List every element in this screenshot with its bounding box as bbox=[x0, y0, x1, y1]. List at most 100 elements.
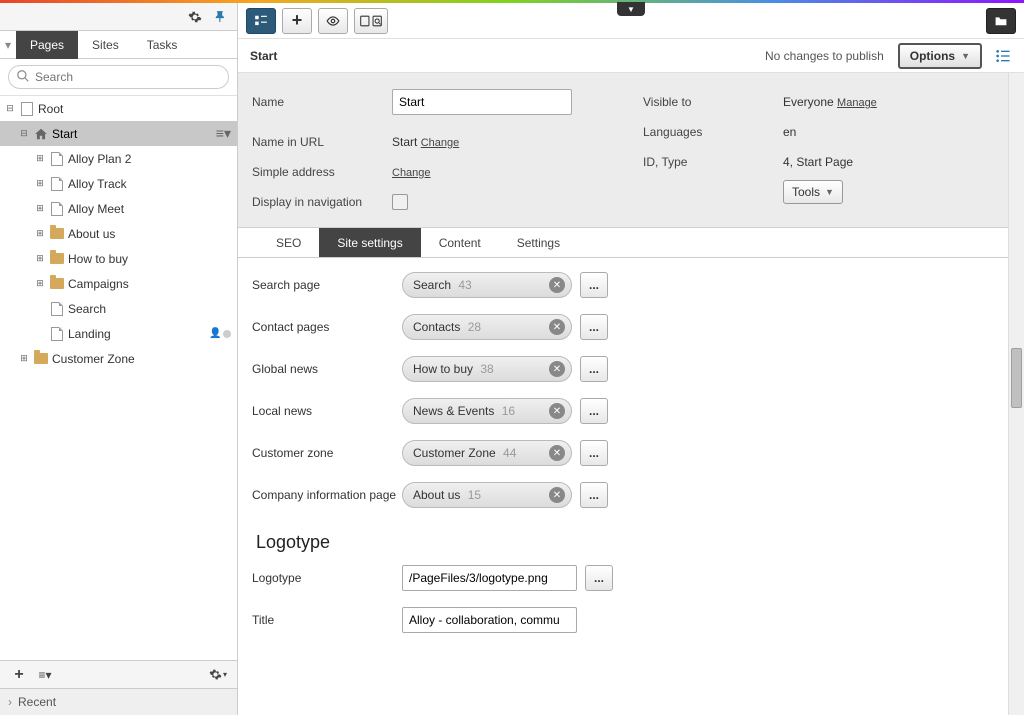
browse-button[interactable]: ... bbox=[580, 482, 608, 508]
list-menu-button[interactable]: ≡▾ bbox=[32, 664, 58, 686]
tree-item[interactable]: ⊞ Alloy Meet bbox=[0, 196, 237, 221]
tab-tasks[interactable]: Tasks bbox=[133, 31, 192, 59]
tree-toggle-button[interactable] bbox=[246, 8, 276, 34]
sidebar: ▾ Pages Sites Tasks ⊟ Root ⊟ bbox=[0, 3, 238, 715]
chevron-right-icon: › bbox=[8, 695, 12, 709]
folder-icon bbox=[50, 253, 64, 264]
tab-content[interactable]: Content bbox=[421, 228, 499, 257]
company-info-label: Company information page bbox=[252, 482, 402, 502]
name-label: Name bbox=[252, 95, 392, 109]
close-icon[interactable]: ✕ bbox=[549, 319, 565, 335]
tree-item[interactable]: Landing 👤 bbox=[0, 321, 237, 346]
page-icon bbox=[51, 327, 63, 341]
close-icon[interactable]: ✕ bbox=[549, 277, 565, 293]
main-header: ▼ + bbox=[238, 3, 1024, 39]
preview-button[interactable] bbox=[318, 8, 348, 34]
simple-address-label: Simple address bbox=[252, 165, 392, 179]
local-news-ref[interactable]: News & Events 16 ✕ bbox=[402, 398, 572, 424]
contact-pages-label: Contact pages bbox=[252, 314, 402, 334]
tree-customer-zone[interactable]: ⊞ Customer Zone bbox=[0, 346, 237, 371]
display-nav-checkbox[interactable] bbox=[392, 194, 408, 210]
customer-zone-label: Customer zone bbox=[252, 440, 402, 460]
global-news-label: Global news bbox=[252, 356, 402, 376]
display-nav-label: Display in navigation bbox=[252, 195, 392, 209]
browse-button[interactable]: ... bbox=[580, 314, 608, 340]
tree-item[interactable]: ⊞ Campaigns bbox=[0, 271, 237, 296]
home-icon bbox=[33, 126, 49, 142]
title-input[interactable] bbox=[402, 607, 577, 633]
browse-button[interactable]: ... bbox=[580, 440, 608, 466]
logotype-label: Logotype bbox=[252, 565, 402, 585]
tree-item[interactable]: ⊞ Alloy Plan 2 bbox=[0, 146, 237, 171]
logotype-heading: Logotype bbox=[256, 532, 1024, 553]
options-button[interactable]: Options▼ bbox=[898, 43, 982, 69]
company-info-ref[interactable]: About us 15 ✕ bbox=[402, 482, 572, 508]
page-icon bbox=[51, 177, 63, 191]
tab-seo[interactable]: SEO bbox=[258, 228, 319, 257]
gear-icon[interactable] bbox=[185, 7, 205, 27]
tree-item[interactable]: ⊞ How to buy bbox=[0, 246, 237, 271]
tree-item[interactable]: ⊞ Alloy Track bbox=[0, 171, 237, 196]
folder-icon bbox=[50, 228, 64, 239]
tools-button[interactable]: Tools▼ bbox=[783, 180, 843, 204]
tree-item[interactable]: Search bbox=[0, 296, 237, 321]
assets-button[interactable] bbox=[986, 8, 1016, 34]
close-icon[interactable]: ✕ bbox=[549, 361, 565, 377]
local-news-label: Local news bbox=[252, 398, 402, 418]
global-news-ref[interactable]: How to buy 38 ✕ bbox=[402, 356, 572, 382]
id-type-label: ID, Type bbox=[643, 155, 783, 169]
visible-to-label: Visible to bbox=[643, 95, 783, 109]
scrollbar[interactable] bbox=[1008, 73, 1024, 715]
page-icon bbox=[51, 152, 63, 166]
compare-button[interactable] bbox=[354, 8, 388, 34]
chevron-down-icon[interactable]: ▾ bbox=[0, 38, 16, 52]
sidebar-tabs: ▾ Pages Sites Tasks bbox=[0, 31, 237, 59]
tab-pages[interactable]: Pages bbox=[16, 31, 78, 59]
contact-pages-ref[interactable]: Contacts 28 ✕ bbox=[402, 314, 572, 340]
title-label: Title bbox=[252, 607, 402, 627]
search-input[interactable] bbox=[8, 65, 229, 89]
tree-root[interactable]: ⊟ Root bbox=[0, 96, 237, 121]
tree-start[interactable]: ⊟ Start ≡▾ bbox=[0, 121, 237, 146]
name-input[interactable] bbox=[392, 89, 572, 115]
change-link[interactable]: Change bbox=[421, 137, 460, 149]
browse-button[interactable]: ... bbox=[580, 356, 608, 382]
scroll-thumb[interactable] bbox=[1011, 348, 1022, 408]
browse-button[interactable]: ... bbox=[580, 398, 608, 424]
page-tree: ⊟ Root ⊟ Start ≡▾ ⊞ Alloy Plan 2 ⊞ All bbox=[0, 96, 237, 660]
pin-icon[interactable] bbox=[211, 7, 231, 27]
close-icon[interactable]: ✕ bbox=[549, 487, 565, 503]
tab-settings[interactable]: Settings bbox=[499, 228, 578, 257]
browse-button[interactable]: ... bbox=[585, 565, 613, 591]
list-view-icon[interactable] bbox=[994, 48, 1012, 64]
folder-icon bbox=[50, 278, 64, 289]
page-title-bar: Start No changes to publish Options▼ bbox=[238, 39, 1024, 73]
tree-item[interactable]: ⊞ About us bbox=[0, 221, 237, 246]
change-link[interactable]: Change bbox=[392, 167, 431, 179]
recent-panel[interactable]: › Recent bbox=[0, 689, 237, 715]
dropdown-tab[interactable]: ▼ bbox=[617, 2, 645, 16]
logotype-input[interactable] bbox=[402, 565, 577, 591]
tab-site-settings[interactable]: Site settings bbox=[319, 228, 420, 257]
manage-link[interactable]: Manage bbox=[837, 97, 877, 109]
add-button[interactable]: + bbox=[6, 664, 32, 686]
publish-status: No changes to publish bbox=[765, 49, 884, 63]
search-page-ref[interactable]: Search 43 ✕ bbox=[402, 272, 572, 298]
tab-sites[interactable]: Sites bbox=[78, 31, 133, 59]
status-dot bbox=[223, 330, 231, 338]
browse-button[interactable]: ... bbox=[580, 272, 608, 298]
main-area: ▼ + Start No changes to publish Options▼ bbox=[238, 3, 1024, 715]
search-page-label: Search page bbox=[252, 272, 402, 292]
root-icon bbox=[21, 102, 33, 116]
new-button[interactable]: + bbox=[282, 8, 312, 34]
close-icon[interactable]: ✕ bbox=[549, 403, 565, 419]
name-in-url-label: Name in URL bbox=[252, 135, 392, 149]
site-settings-form: Search page Search 43 ✕ ... Contact page… bbox=[238, 258, 1024, 669]
customer-zone-ref[interactable]: Customer Zone 44 ✕ bbox=[402, 440, 572, 466]
languages-label: Languages bbox=[643, 125, 783, 139]
settings-button[interactable]: ▾ bbox=[205, 664, 231, 686]
user-icon: 👤 bbox=[209, 328, 219, 339]
row-menu-icon[interactable]: ≡▾ bbox=[216, 125, 231, 142]
close-icon[interactable]: ✕ bbox=[549, 445, 565, 461]
content-tabs: SEO Site settings Content Settings bbox=[238, 228, 1024, 258]
